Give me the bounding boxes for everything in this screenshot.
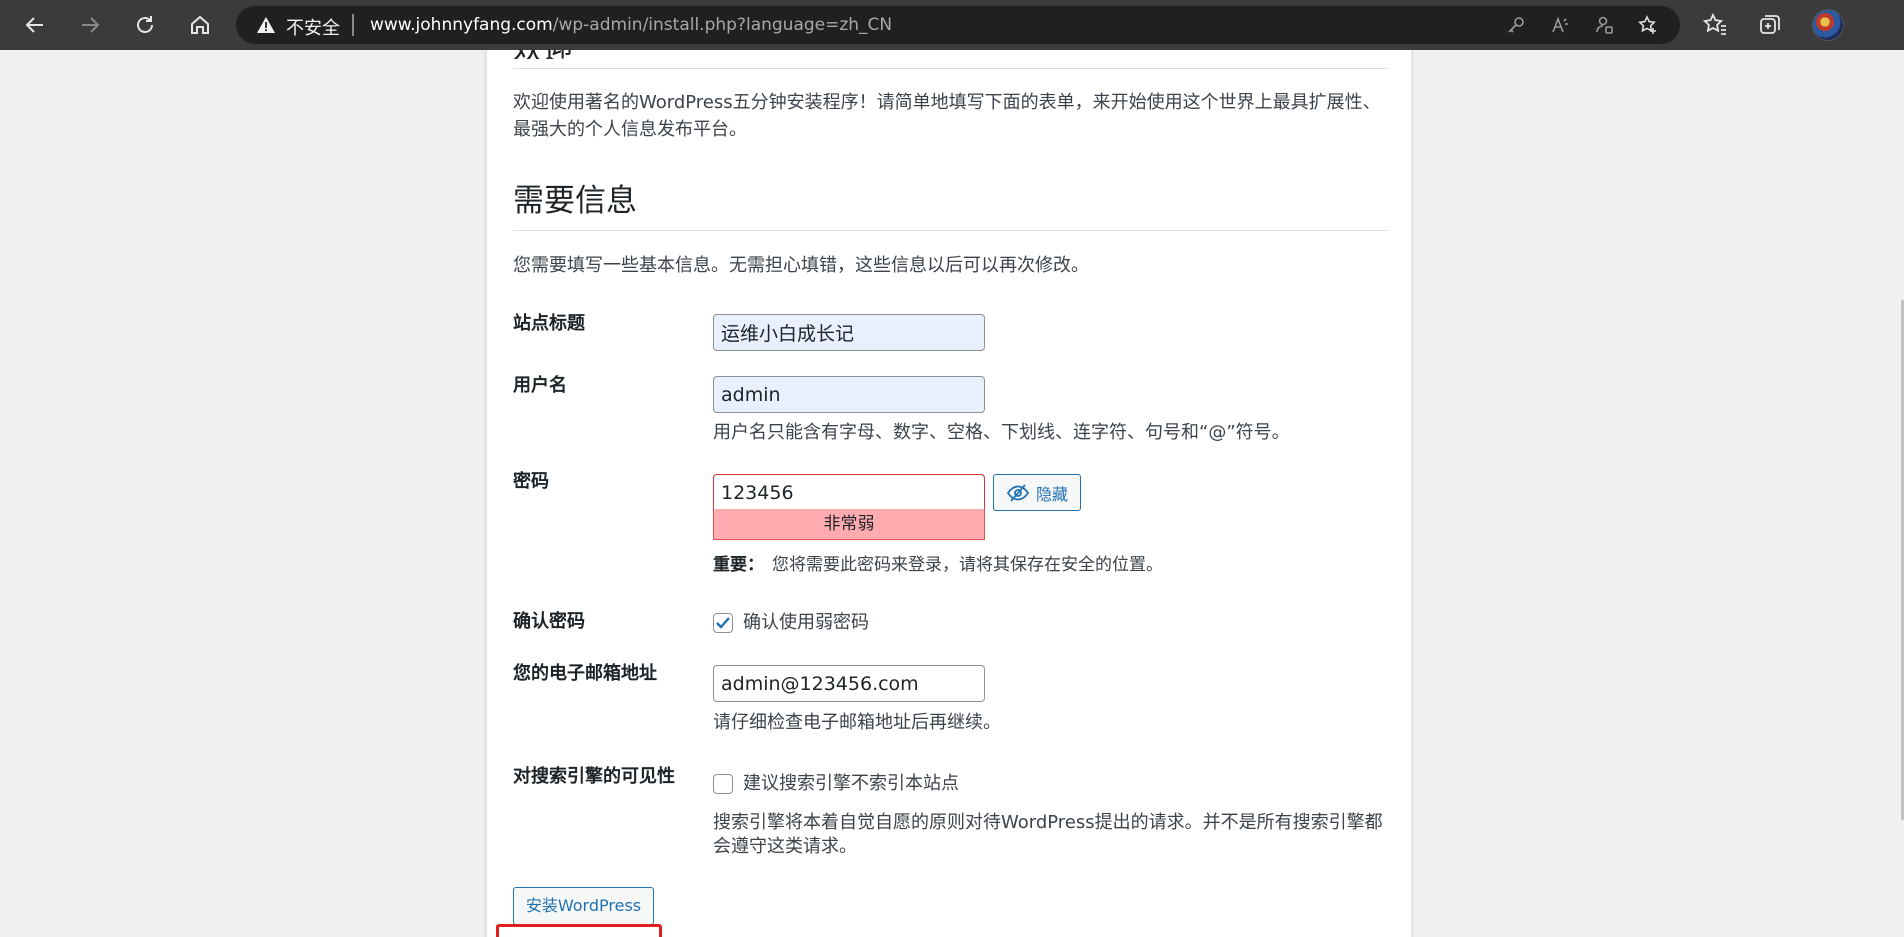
welcome-heading: 欢迎 [513,50,573,59]
section-description: 您需要填写一些基本信息。无需担心填错，这些信息以后可以再次修改。 [513,255,1089,276]
read-aloud-icon[interactable] [1550,15,1570,35]
divider [513,230,1387,231]
hide-button-label: 隐藏 [1035,484,1068,504]
highlight-annotation-box [496,924,662,937]
back-icon[interactable] [17,7,53,43]
password-label: 密码 [513,471,549,492]
important-label: 重要： [713,555,764,575]
profile-avatar[interactable] [1812,9,1844,41]
browser-toolbar: 不安全 www.johnnyfang.com/wp-admin/install.… [0,0,1904,50]
username-input[interactable] [713,376,985,413]
discourage-search-checkbox-label[interactable]: 建议搜索引擎不索引本站点 [743,772,959,796]
favorite-add-icon[interactable] [1638,15,1658,35]
email-label: 您的电子邮箱地址 [513,663,657,684]
password-input[interactable] [713,474,985,511]
home-icon[interactable] [182,7,218,43]
favorites-icon[interactable] [1702,12,1728,38]
weak-password-checkbox[interactable] [713,613,733,633]
refresh-icon[interactable] [127,7,163,43]
security-status[interactable]: 不安全 [286,14,340,40]
divider [513,68,1387,69]
extension-icon[interactable] [1594,15,1614,35]
address-bar[interactable]: 不安全 www.johnnyfang.com/wp-admin/install.… [236,6,1680,44]
search-visibility-hint: 搜索引擎将本着自觉自愿的原则对待WordPress提出的请求。并不是所有搜索引擎… [713,812,1383,857]
warning-icon [257,17,275,33]
eye-slash-icon [1006,483,1030,502]
intro-text: 欢迎使用著名的WordPress五分钟安装程序！请简单地填写下面的表单，来开始使… [513,92,1381,140]
email-input[interactable] [713,665,985,702]
page-viewport: 欢迎 欢迎使用著名的WordPress五分钟安装程序！请简单地填写下面的表单，来… [0,50,1904,937]
password-important-note: 重要： 您将需要此密码来登录，请将其保存在安全的位置。 [713,553,1163,577]
url-path: /wp-admin/install.php?language=zh_CN [552,15,893,35]
confirm-password-label: 确认密码 [513,611,585,632]
email-hint: 请仔细检查电子邮箱地址后再继续。 [713,712,1001,733]
section-title: 需要信息 [513,183,637,219]
hide-password-button[interactable]: 隐藏 [993,474,1081,511]
install-wordpress-button[interactable]: 安装WordPress [513,887,654,925]
forward-icon[interactable] [72,7,108,43]
url-host: www.johnnyfang.com [370,15,553,35]
username-label: 用户名 [513,375,567,396]
discourage-search-checkbox[interactable] [713,774,733,794]
search-visibility-label: 对搜索引擎的可见性 [513,766,675,787]
password-strength-indicator: 非常弱 [713,509,985,540]
site-title-input[interactable] [713,314,985,351]
address-separator [352,14,354,36]
collections-icon[interactable] [1757,12,1783,38]
key-icon[interactable] [1506,15,1526,35]
site-title-label: 站点标题 [513,313,585,334]
install-card: 欢迎 欢迎使用著名的WordPress五分钟安装程序！请简单地填写下面的表单，来… [486,50,1412,937]
important-text: 您将需要此密码来登录，请将其保存在安全的位置。 [772,555,1163,575]
checkmark-icon [716,617,730,629]
username-hint: 用户名只能含有字母、数字、空格、下划线、连字符、句号和“@”符号。 [713,422,1290,443]
weak-password-checkbox-label[interactable]: 确认使用弱密码 [743,611,869,635]
url-text[interactable]: www.johnnyfang.com/wp-admin/install.php?… [370,15,892,35]
